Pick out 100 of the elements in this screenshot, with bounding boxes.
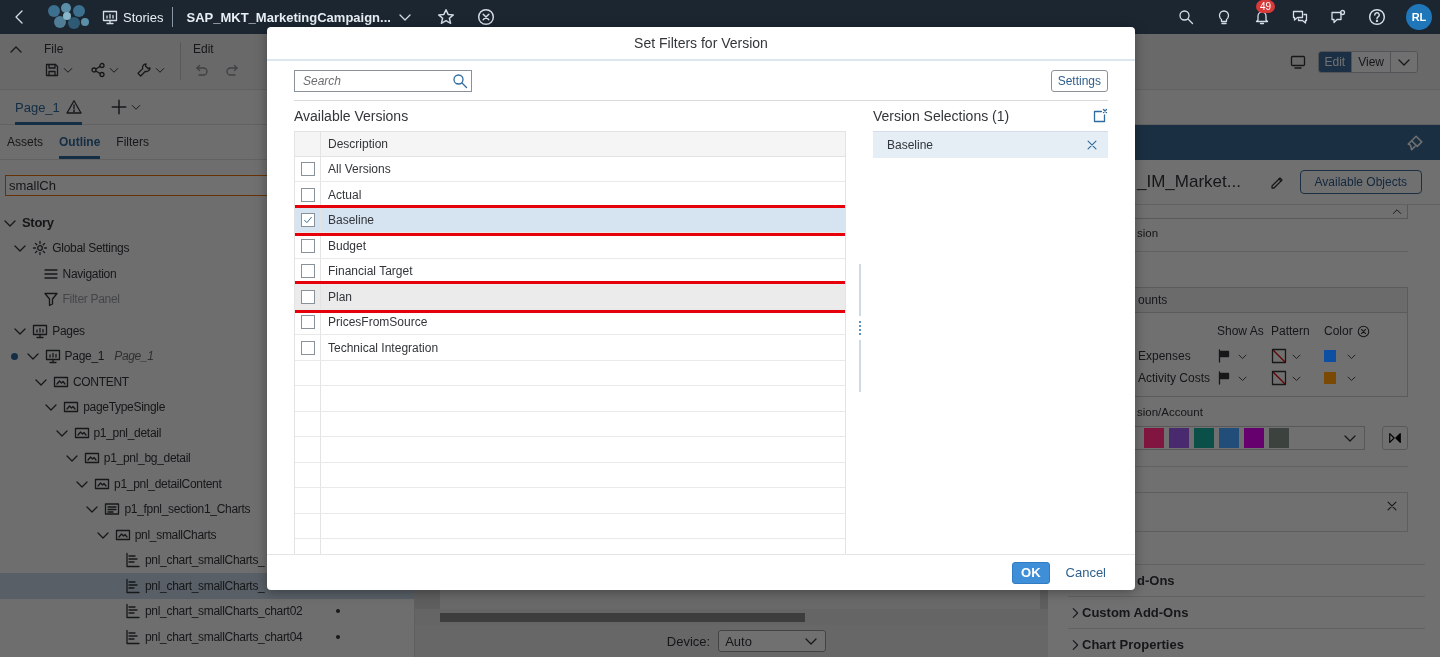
panel-tab[interactable]: Outline [59,125,101,159]
available-objects-button[interactable]: Available Objects [1299,170,1422,194]
help-icon[interactable] [1368,8,1386,26]
mode-toggle[interactable]: Edit [1318,52,1353,72]
color-swatch[interactable] [1324,350,1336,362]
column-header: Color [1324,323,1407,339]
tree-label: p1_pnl_detailContent [114,476,222,491]
tree-row[interactable]: pnl_chart_smallCharts_chart04 [0,624,414,650]
feedback-icon[interactable] [1330,9,1346,25]
lightbulb-icon[interactable] [1216,9,1232,25]
reset-color-icon[interactable] [1356,324,1370,338]
tree-label: pnl_chart_smallCharts_chart02 [145,604,303,619]
section-header[interactable]: Custom Add-Ons [1068,605,1189,620]
presentation-icon [102,9,118,25]
mode-dropdown[interactable] [1391,52,1417,72]
save-icon[interactable] [44,62,60,78]
plus-icon[interactable] [109,98,128,116]
column-header: Description [327,135,389,153]
section-title: Version Selections (1) [873,108,1010,124]
tree-row[interactable]: pageTypeSingle [0,394,414,420]
monitor-icon[interactable] [1289,54,1306,70]
tree-label: CONTENT [72,374,129,389]
bar-chart-icon [125,577,141,594]
logo-drawing[interactable] [46,2,90,32]
panel-tab[interactable]: Assets [7,125,43,159]
selection-item[interactable]: Baseline [873,131,1108,158]
version-row[interactable]: All Versions [295,156,845,183]
chat-icon[interactable] [1292,9,1308,25]
model-name: _IM_Market... [1137,172,1241,192]
presentation-icon [32,322,49,339]
tree-label: pnl_chart_smallCharts_ [145,578,265,593]
version-row[interactable]: Budget [295,233,845,259]
no-pattern-icon[interactable] [1271,348,1287,364]
tree-row[interactable]: pnl_chart_smallCharts_ [0,547,414,573]
tree-row[interactable]: CONTENT [0,369,414,395]
close-icon[interactable] [1085,138,1099,152]
version-row[interactable]: Technical Integration [295,335,845,361]
tree-row[interactable]: p1_pnl_bg_detail [0,445,414,471]
version-label: Technical Integration [327,339,439,357]
close-icon[interactable] [1385,499,1399,513]
checkbox[interactable] [300,213,315,228]
star-icon[interactable] [436,8,455,26]
color-swatch[interactable] [1324,372,1336,384]
no-pattern-icon[interactable] [1271,370,1287,386]
splitter-handle[interactable] [857,263,862,392]
mode-toggle[interactable]: View [1352,52,1391,72]
section-title[interactable]: d-Ons [1137,573,1175,588]
panel-tab[interactable]: Filters [116,125,150,159]
story-title[interactable]: SAP_MKT_MarketingCampaign... [186,9,391,25]
share-icon[interactable] [90,62,106,78]
bar-chart-icon [125,552,141,569]
tree-label: Pages [52,323,85,338]
app-label[interactable]: Stories [123,9,164,25]
wrench-icon[interactable] [136,62,152,78]
tree-label: p1_pnl_detail [93,425,161,440]
search-icon[interactable] [452,73,468,89]
brush-icon[interactable] [1406,133,1424,152]
checkbox[interactable] [300,187,315,202]
clear-selection-icon[interactable] [1092,108,1108,124]
checkbox[interactable] [300,162,315,177]
tree-row[interactable]: p1_fpnl_section1_Charts [0,496,414,522]
settings-button[interactable]: Settings [1050,70,1108,92]
section-header[interactable]: Chart Properties [1068,637,1184,652]
tree-label: pnl_chart_smallCharts_chart04 [145,629,303,644]
tree-label: Navigation [62,266,117,281]
tree-label: Story [22,215,54,231]
tree-row[interactable]: p1_pnl_detailContent [0,471,414,497]
user-avatar[interactable]: RL [1406,4,1432,30]
dimension-text: sion [1136,226,1160,241]
version-row[interactable]: Plan [295,284,845,310]
checkbox[interactable] [300,289,315,304]
account-label: Expenses [1138,348,1192,365]
ok-button[interactable]: OK [1012,561,1050,584]
tree-row[interactable]: pnl_smallCharts [0,522,414,548]
tree-row[interactable]: p1_pnl_detail [0,420,414,446]
version-row[interactable]: Baseline [295,207,845,234]
device-select[interactable]: Auto [718,630,827,652]
palette-label: sion/Account [1136,405,1204,420]
account-label: Activity Costs [1138,370,1211,387]
checkbox[interactable] [300,264,315,279]
version-row[interactable]: PricesFromSource [295,309,845,336]
bar-chart-icon [125,628,141,645]
tree-label: Global Settings [52,241,130,256]
cancel-button[interactable]: Cancel [1061,565,1110,580]
tree-label: pnl_chart_smallCharts_ [145,553,265,568]
checkbox[interactable] [300,238,315,253]
presentation-icon [44,348,61,365]
swap-button[interactable] [1382,426,1408,450]
bar-chart-icon [125,603,141,620]
scrollbar-thumb[interactable] [440,613,805,622]
close-circle-icon[interactable] [476,8,495,26]
tree-label: pageTypeSingle [83,400,166,415]
search-icon[interactable] [1178,9,1194,25]
search-field[interactable]: Search [294,70,472,92]
checkbox[interactable] [300,315,315,330]
tree-label: p1_pnl_bg_detail [103,451,191,466]
version-label: Financial Target [327,263,413,281]
checkbox[interactable] [300,340,315,355]
column-header: Show As [1217,323,1265,339]
column-header: Pattern [1271,323,1311,339]
